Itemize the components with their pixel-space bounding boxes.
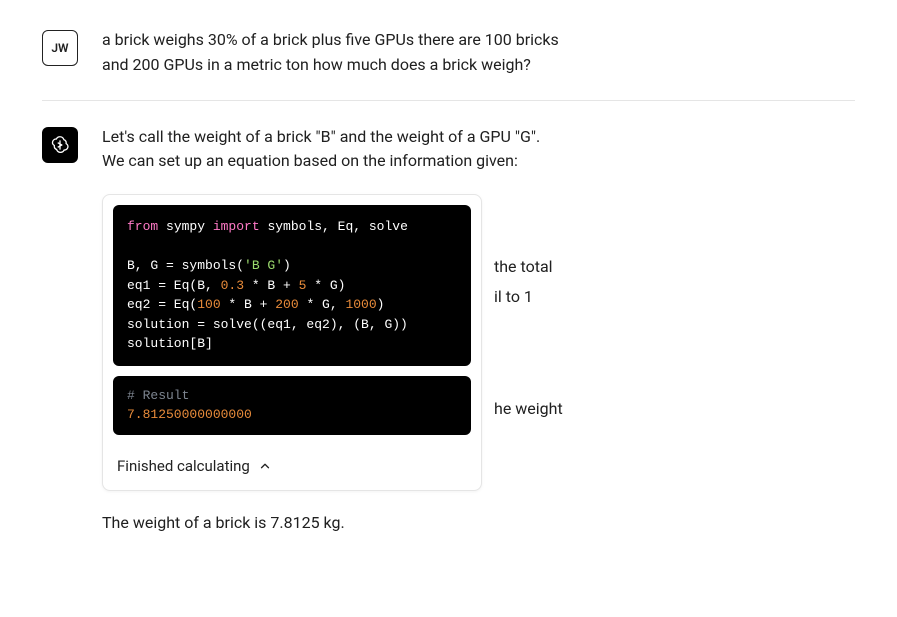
chevron-up-icon (258, 459, 272, 473)
assistant-intro: Let's call the weight of a brick "B" and… (102, 125, 562, 175)
status-label: Finished calculating (117, 455, 250, 478)
user-message: JW a brick weighs 30% of a brick plus fi… (42, 18, 855, 100)
status-row[interactable]: Finished calculating (103, 445, 481, 490)
assistant-content: Let's call the weight of a brick "B" and… (102, 125, 855, 540)
code-block: from sympy import symbols, Eq, solve B, … (113, 205, 471, 366)
user-text: a brick weighs 30% of a brick plus five … (102, 28, 562, 78)
assistant-avatar (42, 127, 78, 163)
user-avatar-initials: JW (51, 41, 68, 55)
assistant-message: Let's call the weight of a brick "B" and… (42, 101, 855, 558)
assistant-final: The weight of a brick is 7.8125 kg. (102, 511, 855, 536)
user-avatar: JW (42, 30, 78, 66)
code-card: from sympy import symbols, Eq, solve B, … (102, 194, 482, 491)
result-block: # Result 7.81250000000000 (113, 376, 471, 435)
user-content: a brick weighs 30% of a brick plus five … (102, 28, 855, 82)
assistant-logo-icon (49, 134, 71, 156)
behind-text-3: he weight (494, 397, 563, 422)
behind-text-2: il to 1 (494, 285, 533, 310)
behind-text-1: the total (494, 255, 553, 280)
